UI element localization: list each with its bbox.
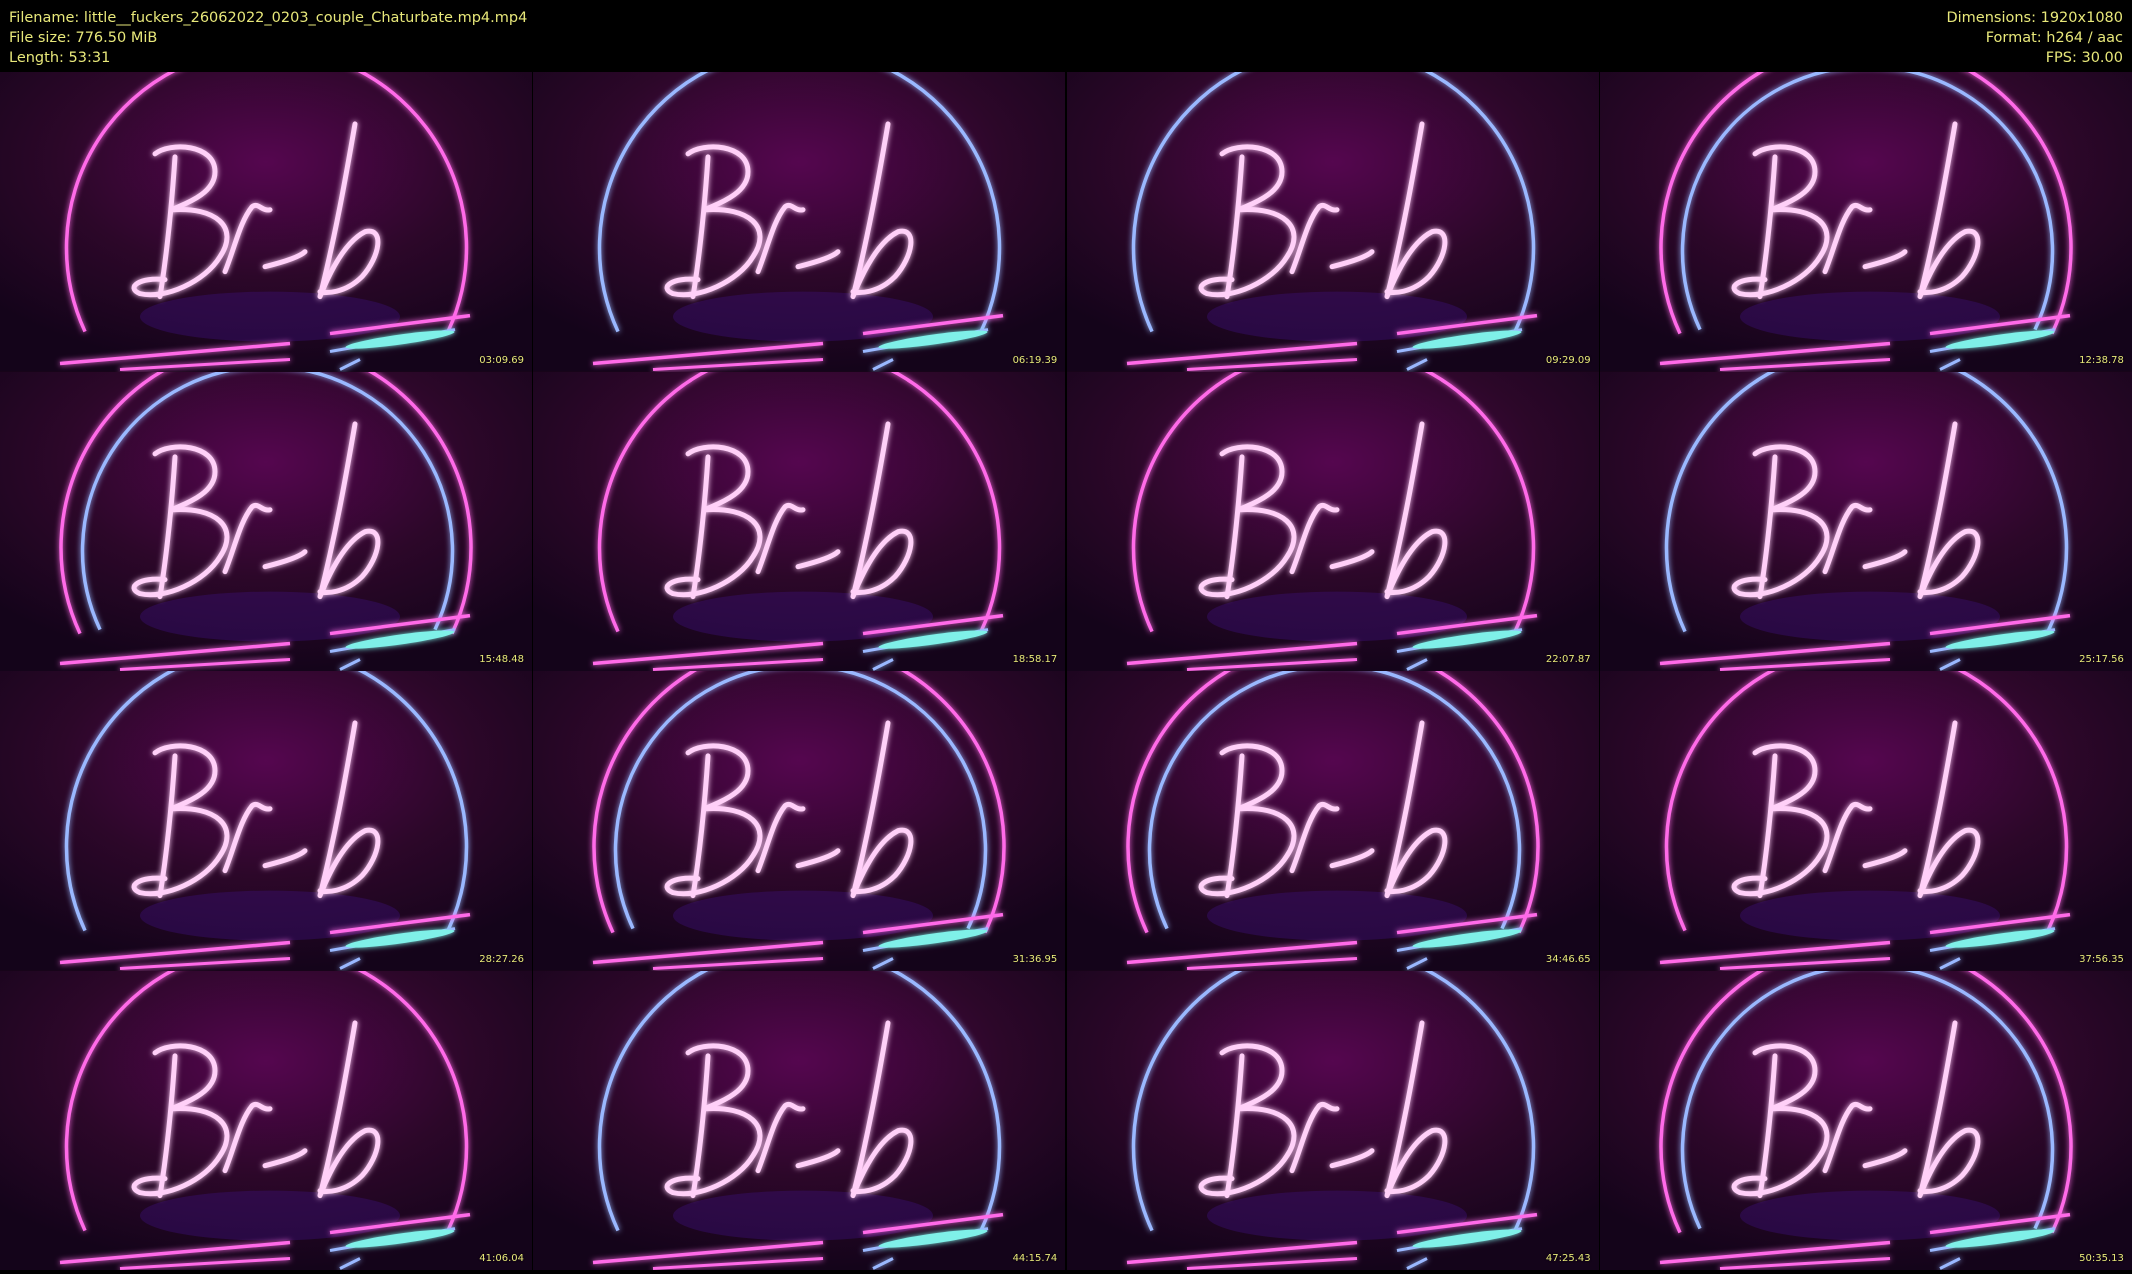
video-thumbnail[interactable]: 09:29.09 xyxy=(1066,72,1599,372)
brb-neon-frame xyxy=(0,970,532,1270)
thumbnail-timestamp: 31:36.95 xyxy=(1012,953,1058,965)
length-text: Length: 53:31 xyxy=(9,50,111,66)
thumbnail-timestamp: 12:38.78 xyxy=(2079,354,2124,366)
thumbnail-timestamp: 15:48.48 xyxy=(479,654,524,665)
thumbnail-timestamp: 22:07.87 xyxy=(1545,654,1591,665)
video-thumbnail[interactable]: 28:27.26 xyxy=(0,671,532,971)
brb-neon-frame xyxy=(533,72,1066,372)
brb-neon-frame xyxy=(1599,970,2132,1270)
brb-neon-frame xyxy=(0,371,532,671)
brb-neon-frame xyxy=(1066,671,1599,971)
video-thumbnail[interactable]: 31:36.95 xyxy=(533,671,1066,971)
video-thumbnail[interactable]: 22:07.87 xyxy=(1066,371,1599,671)
dimensions-text: Dimensions: 1920x1080 xyxy=(1946,10,2123,26)
video-thumbnail[interactable]: 15:48.48 xyxy=(0,371,532,671)
brb-neon-frame xyxy=(1066,970,1599,1270)
thumbnail-timestamp: 25:17.56 xyxy=(2079,654,2124,665)
thumbnail-timestamp: 37:56.35 xyxy=(2079,953,2124,965)
brb-neon-frame xyxy=(1599,371,2132,671)
video-thumbnail[interactable]: 03:09.69 xyxy=(0,72,532,372)
video-thumbnail[interactable]: 50:35.13 xyxy=(1599,970,2132,1270)
info-header: Filename: little__fuckers_26062022_0203_… xyxy=(0,0,2132,72)
brb-neon-frame xyxy=(533,970,1066,1270)
fps-text: FPS: 30.00 xyxy=(2045,50,2123,66)
thumbnail-timestamp: 47:25.43 xyxy=(1545,1253,1591,1264)
brb-neon-frame xyxy=(0,72,532,372)
brb-neon-frame xyxy=(0,671,532,971)
thumbnail-timestamp: 34:46.65 xyxy=(1545,953,1591,965)
video-thumbnail[interactable]: 12:38.78 xyxy=(1599,72,2132,372)
video-thumbnail[interactable]: 44:15.74 xyxy=(533,970,1066,1270)
file-size-text: File size: 776.50 MiB xyxy=(9,30,158,46)
video-thumbnail[interactable]: 41:06.04 xyxy=(0,970,532,1270)
file-info: Filename: little__fuckers_26062022_0203_… xyxy=(9,8,527,68)
brb-neon-frame xyxy=(1066,72,1599,372)
thumbnail-timestamp: 18:58.17 xyxy=(1012,654,1058,665)
thumbnail-timestamp: 44:15.74 xyxy=(1012,1253,1058,1264)
video-thumbnail[interactable]: 37:56.35 xyxy=(1599,671,2132,971)
video-thumbnail[interactable]: 06:19.39 xyxy=(533,72,1066,372)
video-thumbnail[interactable]: 47:25.43 xyxy=(1066,970,1599,1270)
stream-info: Dimensions: 1920x1080 Format: h264 / aac F… xyxy=(1946,8,2123,68)
brb-neon-frame xyxy=(1599,72,2132,372)
brb-neon-frame xyxy=(1599,671,2132,971)
thumbnail-timestamp: 09:29.09 xyxy=(1545,354,1591,366)
video-thumbnail[interactable]: 25:17.56 xyxy=(1599,371,2132,671)
thumbnail-timestamp: 06:19.39 xyxy=(1012,354,1058,366)
brb-neon-frame xyxy=(533,671,1066,971)
thumbnail-timestamp: 41:06.04 xyxy=(479,1253,524,1264)
video-thumbnail[interactable]: 18:58.17 xyxy=(533,371,1066,671)
format-text: Format: h264 / aac xyxy=(1985,30,2123,46)
thumbnail-timestamp: 50:35.13 xyxy=(2079,1253,2124,1264)
thumbnail-timestamp: 03:09.69 xyxy=(479,354,524,366)
brb-neon-frame xyxy=(1066,371,1599,671)
thumbnail-timestamp: 28:27.26 xyxy=(479,953,524,965)
video-thumbnail[interactable]: 34:46.65 xyxy=(1066,671,1599,971)
thumbnail-grid: 03:09.69 06:19.39 09:29.09 12:38.78 15:4… xyxy=(0,72,2132,1274)
filename-text: Filename: little__fuckers_26062022_0203_… xyxy=(9,10,528,26)
brb-neon-frame xyxy=(533,371,1066,671)
